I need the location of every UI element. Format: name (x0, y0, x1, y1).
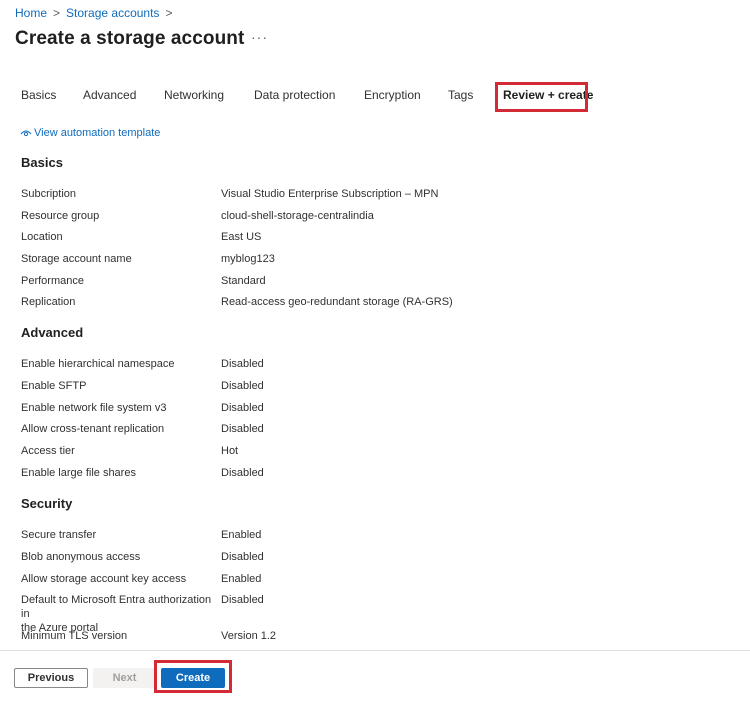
row-value-storage-key-access: Enabled (221, 573, 262, 585)
automation-link-label: View automation template (34, 127, 161, 139)
breadcrumb-storage-accounts-link[interactable]: Storage accounts (66, 6, 159, 20)
chevron-right-icon: > (165, 6, 173, 20)
row-label-storage-account-name: Storage account name (21, 253, 132, 265)
more-options-icon[interactable]: ··· (251, 29, 268, 45)
previous-button[interactable]: Previous (14, 668, 88, 688)
tab-highlight-box (495, 82, 588, 112)
tab-basics[interactable]: Basics (21, 88, 56, 102)
row-label-subscription: Subcription (21, 188, 77, 200)
row-label-blob-anonymous-access: Blob anonymous access (21, 551, 141, 563)
row-value-blob-anonymous-access: Disabled (221, 551, 264, 563)
tab-encryption[interactable]: Encryption (364, 88, 421, 102)
create-highlight-box (154, 660, 232, 693)
row-label-sftp: Enable SFTP (21, 380, 87, 392)
row-label-location: Location (21, 231, 63, 243)
row-value-subscription: Visual Studio Enterprise Subscription – … (221, 188, 439, 200)
row-label-resource-group: Resource group (21, 210, 100, 222)
row-label-secure-transfer: Secure transfer (21, 529, 97, 541)
breadcrumb: Home > Storage accounts > (15, 6, 172, 20)
row-label-nfs-v3: Enable network file system v3 (21, 402, 167, 414)
row-value-minimum-tls: Version 1.2 (221, 630, 277, 642)
section-heading-security: Security (21, 496, 73, 511)
view-automation-template-link[interactable]: View automation template (20, 127, 160, 139)
row-label-cross-tenant-replication: Allow cross-tenant replication (21, 423, 165, 435)
row-value-location: East US (221, 231, 262, 243)
row-value-resource-group: cloud-shell-storage-centralindia (221, 210, 374, 222)
row-label-performance: Performance (21, 275, 84, 287)
row-value-access-tier: Hot (221, 445, 239, 457)
section-heading-advanced: Advanced (21, 325, 84, 340)
next-button[interactable]: Next (93, 668, 156, 688)
tab-tags[interactable]: Tags (448, 88, 473, 102)
row-label-hierarchical-namespace: Enable hierarchical namespace (21, 358, 175, 370)
row-label-minimum-tls: Minimum TLS version (21, 630, 128, 642)
chevron-right-icon: > (53, 6, 61, 20)
tab-bar: Basics Advanced Networking Data protecti… (0, 82, 750, 112)
tab-networking[interactable]: Networking (164, 88, 224, 102)
row-value-large-file-shares: Disabled (221, 467, 264, 479)
row-value-nfs-v3: Disabled (221, 402, 264, 414)
row-label-access-tier: Access tier (21, 445, 75, 457)
row-value-replication: Read-access geo-redundant storage (RA-GR… (221, 296, 453, 308)
row-value-storage-account-name: myblog123 (221, 253, 275, 265)
row-value-cross-tenant-replication: Disabled (221, 423, 264, 435)
eye-icon (20, 128, 32, 138)
page-title: Create a storage account (15, 28, 245, 49)
row-label-storage-key-access: Allow storage account key access (21, 573, 187, 585)
row-value-sftp: Disabled (221, 380, 264, 392)
row-value-performance: Standard (221, 275, 266, 287)
footer-divider (0, 650, 750, 651)
breadcrumb-home-link[interactable]: Home (15, 6, 47, 20)
row-label-replication: Replication (21, 296, 76, 308)
row-value-secure-transfer: Enabled (221, 529, 262, 541)
tab-advanced[interactable]: Advanced (83, 88, 136, 102)
tab-data-protection[interactable]: Data protection (254, 88, 335, 102)
row-label-large-file-shares: Enable large file shares (21, 467, 136, 479)
section-heading-basics: Basics (21, 155, 63, 170)
row-value-entra-authorization: Disabled (221, 594, 264, 606)
row-value-hierarchical-namespace: Disabled (221, 358, 264, 370)
